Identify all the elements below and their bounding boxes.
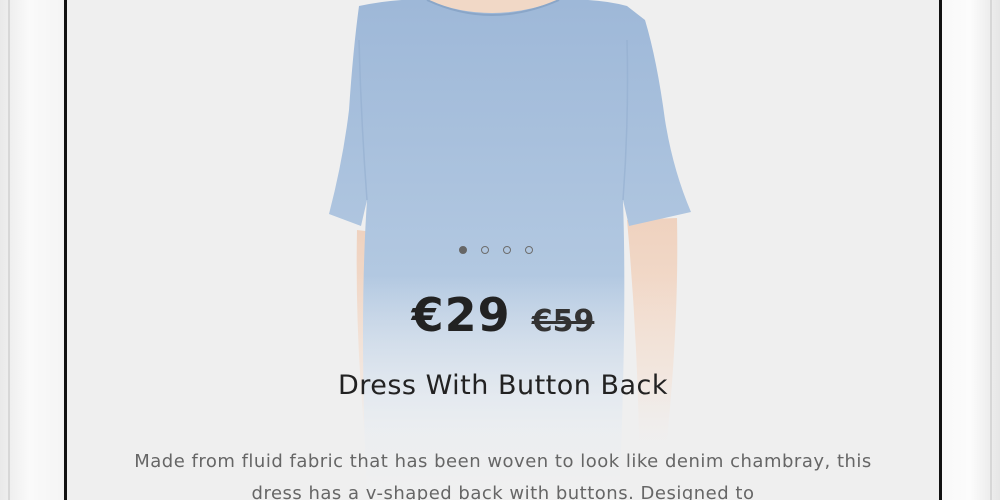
product-description: Made from fluid fabric that has been wov… xyxy=(134,451,872,500)
price-current: €29 xyxy=(411,288,511,342)
device-frame: €29 €59 Dress With Button Back Made from… xyxy=(0,0,1000,500)
device-edge-left xyxy=(8,0,10,500)
device-edge-right xyxy=(990,0,992,500)
price-row: €29 €59 xyxy=(67,288,939,342)
product-title: Dress With Button Back xyxy=(337,370,669,401)
carousel-dot-1[interactable] xyxy=(459,246,467,254)
carousel-dot-2[interactable] xyxy=(481,246,489,254)
carousel-pagination xyxy=(459,246,533,254)
price-original: €59 xyxy=(531,304,595,339)
carousel-dot-4[interactable] xyxy=(525,246,533,254)
carousel-dot-3[interactable] xyxy=(503,246,511,254)
product-screen: €29 €59 Dress With Button Back Made from… xyxy=(64,0,942,500)
